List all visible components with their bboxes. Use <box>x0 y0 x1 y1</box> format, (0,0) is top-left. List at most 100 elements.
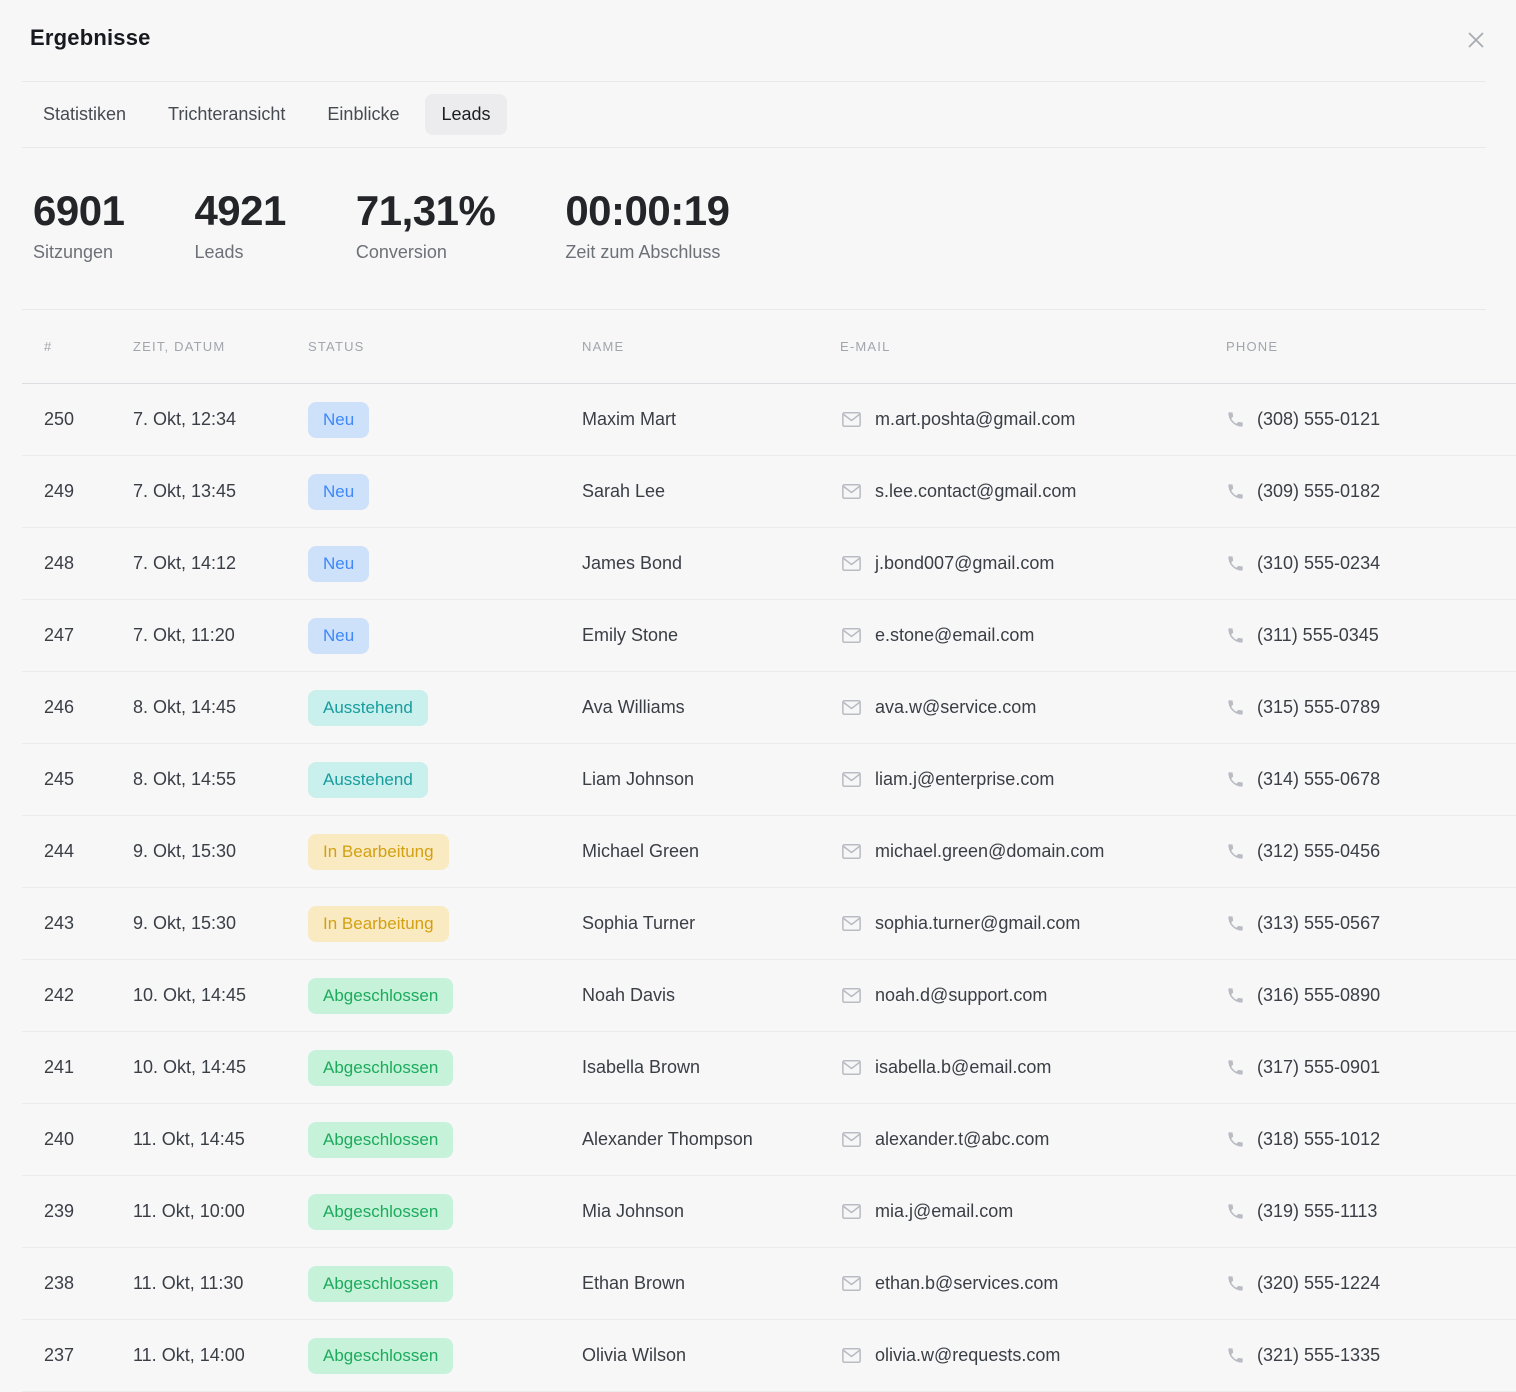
row-email-cell[interactable]: mia.j@email.com <box>840 1200 1226 1223</box>
row-email-cell[interactable]: j.bond007@gmail.com <box>840 552 1226 575</box>
stat-value: 00:00:19 <box>565 189 729 233</box>
row-phone-cell[interactable]: (316) 555-0890 <box>1226 985 1516 1006</box>
row-datetime: 11. Okt, 11:30 <box>133 1273 308 1294</box>
row-phone-cell[interactable]: (312) 555-0456 <box>1226 841 1516 862</box>
row-name: Noah Davis <box>582 985 840 1006</box>
tab-statistiken[interactable]: Statistiken <box>27 94 142 135</box>
row-name: Isabella Brown <box>582 1057 840 1078</box>
row-email-cell[interactable]: s.lee.contact@gmail.com <box>840 480 1226 503</box>
row-phone-cell[interactable]: (320) 555-1224 <box>1226 1273 1516 1294</box>
row-phone-cell[interactable]: (315) 555-0789 <box>1226 697 1516 718</box>
table-row[interactable]: 248 7. Okt, 14:12 Neu James Bond j.bond0… <box>22 528 1516 600</box>
table-row[interactable]: 246 8. Okt, 14:45 Ausstehend Ava William… <box>22 672 1516 744</box>
row-phone-cell[interactable]: (321) 555-1335 <box>1226 1345 1516 1366</box>
phone-icon <box>1226 1202 1245 1221</box>
row-status-cell: Abgeschlossen <box>308 1194 582 1230</box>
row-email: olivia.w@requests.com <box>875 1345 1060 1366</box>
status-badge: Ausstehend <box>308 690 428 726</box>
column-header-status: STATUS <box>308 339 582 354</box>
row-name: Liam Johnson <box>582 769 840 790</box>
phone-icon <box>1226 1274 1245 1293</box>
table-row[interactable]: 239 11. Okt, 10:00 Abgeschlossen Mia Joh… <box>22 1176 1516 1248</box>
tab-leads[interactable]: Leads <box>425 94 506 135</box>
table-row[interactable]: 247 7. Okt, 11:20 Neu Emily Stone e.ston… <box>22 600 1516 672</box>
envelope-icon <box>840 408 863 431</box>
row-datetime: 11. Okt, 14:00 <box>133 1345 308 1366</box>
status-badge: Abgeschlossen <box>308 978 453 1014</box>
table-header-row: # ZEIT, DATUM STATUS NAME E-MAIL PHONE <box>22 310 1516 384</box>
row-id: 249 <box>44 481 133 502</box>
table-row[interactable]: 237 11. Okt, 14:00 Abgeschlossen Olivia … <box>22 1320 1516 1392</box>
row-id: 245 <box>44 769 133 790</box>
row-email: liam.j@enterprise.com <box>875 769 1054 790</box>
row-email-cell[interactable]: sophia.turner@gmail.com <box>840 912 1226 935</box>
tab-einblicke[interactable]: Einblicke <box>311 94 415 135</box>
envelope-icon <box>840 1272 863 1295</box>
table-row[interactable]: 242 10. Okt, 14:45 Abgeschlossen Noah Da… <box>22 960 1516 1032</box>
table-row[interactable]: 245 8. Okt, 14:55 Ausstehend Liam Johnso… <box>22 744 1516 816</box>
row-status-cell: Abgeschlossen <box>308 1050 582 1086</box>
status-badge: In Bearbeitung <box>308 834 449 870</box>
table-row[interactable]: 243 9. Okt, 15:30 In Bearbeitung Sophia … <box>22 888 1516 960</box>
table-row[interactable]: 250 7. Okt, 12:34 Neu Maxim Mart m.art.p… <box>22 384 1516 456</box>
status-badge: Abgeschlossen <box>308 1266 453 1302</box>
row-email-cell[interactable]: noah.d@support.com <box>840 984 1226 1007</box>
status-badge: Abgeschlossen <box>308 1194 453 1230</box>
row-phone-cell[interactable]: (318) 555-1012 <box>1226 1129 1516 1150</box>
row-phone: (317) 555-0901 <box>1257 1057 1380 1078</box>
row-phone-cell[interactable]: (311) 555-0345 <box>1226 625 1516 646</box>
row-status-cell: Abgeschlossen <box>308 1122 582 1158</box>
row-email-cell[interactable]: olivia.w@requests.com <box>840 1344 1226 1367</box>
row-email: isabella.b@email.com <box>875 1057 1051 1078</box>
status-badge: Abgeschlossen <box>308 1338 453 1374</box>
row-phone: (313) 555-0567 <box>1257 913 1380 934</box>
row-phone-cell[interactable]: (309) 555-0182 <box>1226 481 1516 502</box>
close-button[interactable] <box>1460 24 1492 56</box>
row-name: Emily Stone <box>582 625 840 646</box>
row-name: Ava Williams <box>582 697 840 718</box>
stat-zeit-zum-abschluss: 00:00:19 Zeit zum Abschluss <box>565 189 729 263</box>
phone-icon <box>1226 482 1245 501</box>
row-phone: (318) 555-1012 <box>1257 1129 1380 1150</box>
row-status-cell: Abgeschlossen <box>308 1266 582 1302</box>
status-badge: Neu <box>308 618 369 654</box>
stat-label: Sitzungen <box>33 242 124 263</box>
table-row[interactable]: 240 11. Okt, 14:45 Abgeschlossen Alexand… <box>22 1104 1516 1176</box>
column-header-phone: PHONE <box>1226 339 1516 354</box>
row-email-cell[interactable]: ava.w@service.com <box>840 696 1226 719</box>
row-email: alexander.t@abc.com <box>875 1129 1049 1150</box>
tab-trichteransicht[interactable]: Trichteransicht <box>152 94 301 135</box>
row-name: Michael Green <box>582 841 840 862</box>
row-email-cell[interactable]: e.stone@email.com <box>840 624 1226 647</box>
row-id: 242 <box>44 985 133 1006</box>
stat-label: Zeit zum Abschluss <box>565 242 729 263</box>
stat-conversion: 71,31% Conversion <box>356 189 495 263</box>
row-email-cell[interactable]: michael.green@domain.com <box>840 840 1226 863</box>
row-id: 250 <box>44 409 133 430</box>
table-row[interactable]: 244 9. Okt, 15:30 In Bearbeitung Michael… <box>22 816 1516 888</box>
row-email: michael.green@domain.com <box>875 841 1104 862</box>
row-phone-cell[interactable]: (314) 555-0678 <box>1226 769 1516 790</box>
row-phone-cell[interactable]: (310) 555-0234 <box>1226 553 1516 574</box>
table-row[interactable]: 249 7. Okt, 13:45 Neu Sarah Lee s.lee.co… <box>22 456 1516 528</box>
row-email-cell[interactable]: alexander.t@abc.com <box>840 1128 1226 1151</box>
row-phone-cell[interactable]: (317) 555-0901 <box>1226 1057 1516 1078</box>
row-phone-cell[interactable]: (313) 555-0567 <box>1226 913 1516 934</box>
table-row[interactable]: 238 11. Okt, 11:30 Abgeschlossen Ethan B… <box>22 1248 1516 1320</box>
row-email: s.lee.contact@gmail.com <box>875 481 1076 502</box>
envelope-icon <box>840 840 863 863</box>
row-email-cell[interactable]: ethan.b@services.com <box>840 1272 1226 1295</box>
row-email-cell[interactable]: liam.j@enterprise.com <box>840 768 1226 791</box>
row-email-cell[interactable]: isabella.b@email.com <box>840 1056 1226 1079</box>
row-email-cell[interactable]: m.art.poshta@gmail.com <box>840 408 1226 431</box>
phone-icon <box>1226 914 1245 933</box>
row-name: Maxim Mart <box>582 409 840 430</box>
row-phone-cell[interactable]: (319) 555-1113 <box>1226 1201 1516 1222</box>
row-id: 243 <box>44 913 133 934</box>
row-id: 237 <box>44 1345 133 1366</box>
envelope-icon <box>840 552 863 575</box>
column-header-datetime: ZEIT, DATUM <box>133 339 308 354</box>
table-row[interactable]: 241 10. Okt, 14:45 Abgeschlossen Isabell… <box>22 1032 1516 1104</box>
row-phone-cell[interactable]: (308) 555-0121 <box>1226 409 1516 430</box>
row-datetime: 10. Okt, 14:45 <box>133 985 308 1006</box>
